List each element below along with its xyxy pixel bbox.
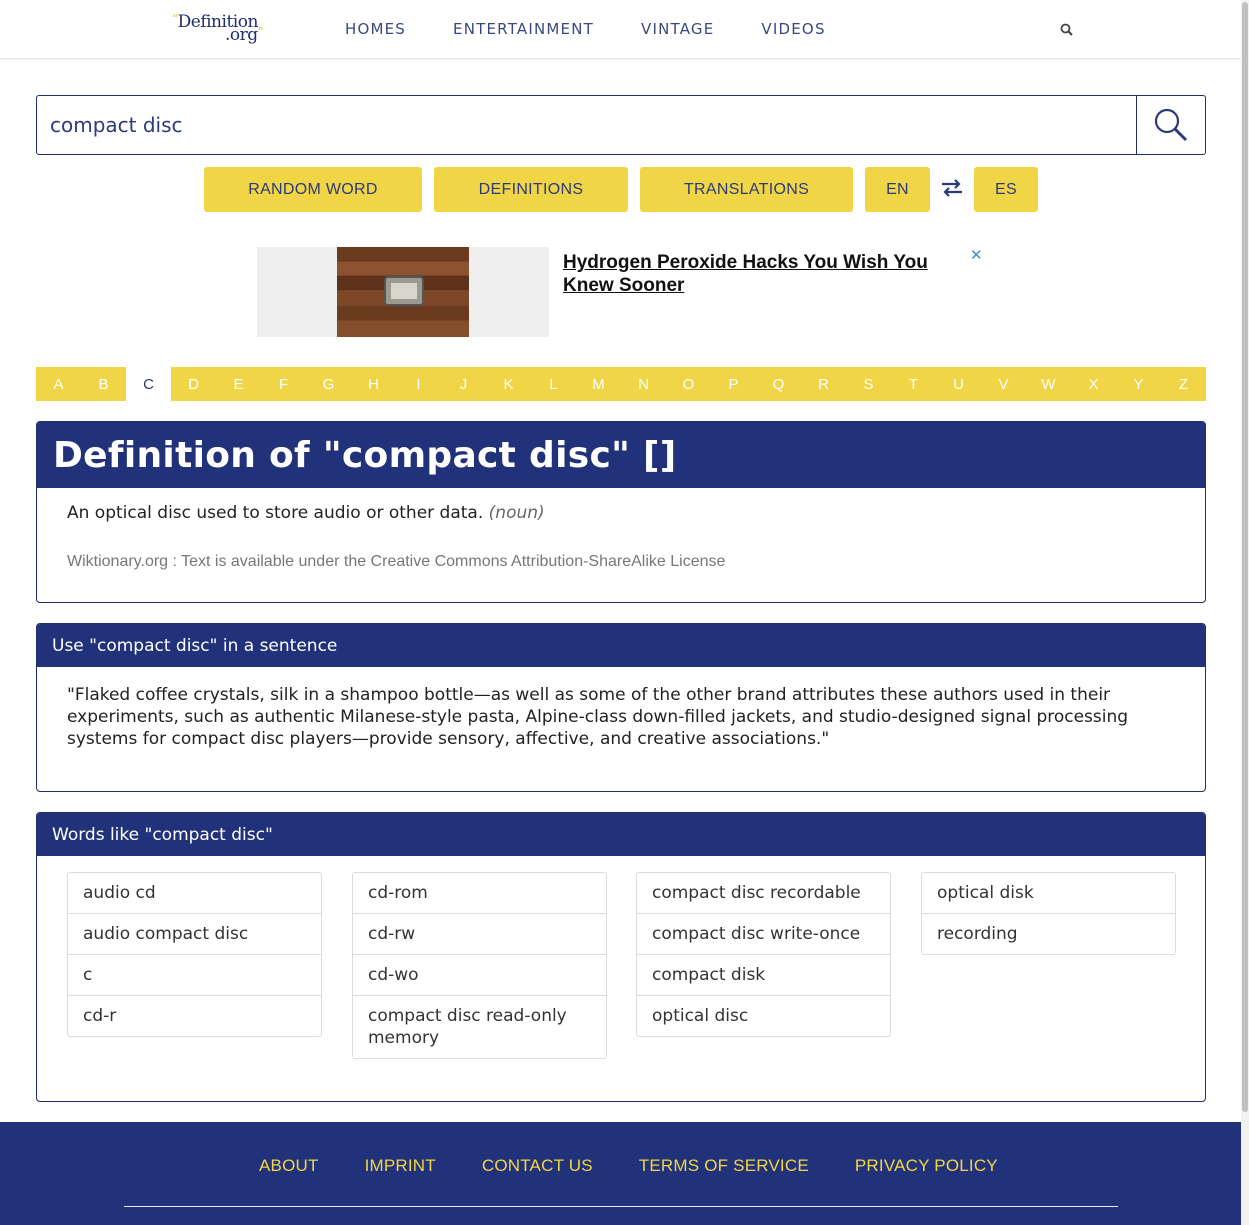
letter-link-y[interactable]: Y (1116, 367, 1161, 401)
letter-link-x[interactable]: X (1071, 367, 1116, 401)
related-word-link[interactable]: recording (922, 913, 1175, 954)
letter-link-r[interactable]: R (801, 367, 846, 401)
related-word-link[interactable]: compact disc read-only memory (353, 995, 606, 1058)
related-word-link[interactable]: optical disc (637, 995, 890, 1036)
letter-link-a[interactable]: A (36, 367, 81, 401)
words-like-title: Words like "compact disc" (37, 813, 1205, 856)
letter-link-s[interactable]: S (846, 367, 891, 401)
page-scrollbar[interactable] (1241, 0, 1249, 1225)
ad-thumbnail (337, 247, 469, 337)
related-word-link[interactable]: compact disc recordable (637, 873, 890, 913)
related-words-column: optical disk recording (921, 872, 1176, 955)
definition-text: An optical disc used to store audio or o… (67, 503, 545, 523)
related-words-column: compact disc recordable compact disc writ… (636, 872, 891, 1037)
definition-title: Definition of "compact disc" [] (37, 422, 1205, 488)
related-word-link[interactable]: audio cd (68, 873, 321, 913)
search-input[interactable] (37, 96, 1137, 154)
related-word-link[interactable]: cd-rom (353, 873, 606, 913)
words-like-card: Words like "compact disc" audio cd audio … (36, 812, 1206, 1102)
letter-link-z[interactable]: Z (1161, 367, 1206, 401)
nav-link-vintage[interactable]: VINTAGE (641, 20, 714, 38)
lang-from-button[interactable]: EN (865, 167, 930, 212)
letter-link-k[interactable]: K (486, 367, 531, 401)
related-word-link[interactable]: audio compact disc (68, 913, 321, 954)
related-word-link[interactable]: optical disk (922, 873, 1175, 913)
related-words-column: cd-rom cd-rw cd-wo compact disc read-only m… (352, 872, 607, 1059)
ad-headline-link[interactable]: Hydrogen Peroxide Hacks You Wish You Kne… (563, 251, 963, 297)
letter-link-m[interactable]: M (576, 367, 621, 401)
letter-link-e[interactable]: E (216, 367, 261, 401)
logo-tld-text: .org (225, 25, 258, 45)
related-word-link[interactable]: cd-rw (353, 913, 606, 954)
main-nav: HOMES ENTERTAINMENT VINTAGE VIDEOS (345, 20, 873, 38)
letter-link-w[interactable]: W (1026, 367, 1071, 401)
nav-link-entertainment[interactable]: ENTERTAINMENT (453, 20, 594, 38)
footer-link-terms-of-service[interactable]: TERMS OF SERVICE (639, 1156, 809, 1176)
translations-button[interactable]: TRANSLATIONS (640, 167, 853, 212)
definition-card: Definition of "compact disc" [] An optic… (36, 421, 1206, 603)
alphabet-nav: ABCDEFGHIJKLMNOPQRSTUVWXYZ (36, 367, 1206, 401)
site-header: “Definition .org” HOMES ENTERTAINMENT VI… (0, 0, 1241, 59)
scrollbar-thumb[interactable] (1242, 2, 1248, 1112)
footer-divider (124, 1206, 1118, 1207)
related-word-link[interactable]: cd-wo (353, 954, 606, 995)
part-of-speech: (noun) (488, 503, 545, 523)
definitions-button[interactable]: DEFINITIONS (434, 167, 628, 212)
nav-link-homes[interactable]: HOMES (345, 20, 406, 38)
sentence-card: Use "compact disc" in a sentence "Flaked… (36, 623, 1206, 792)
definition-sentence: An optical disc used to store audio or o… (67, 503, 484, 523)
lang-to-button[interactable]: ES (974, 167, 1038, 212)
letter-link-n[interactable]: N (621, 367, 666, 401)
definition-source: Wiktionary.org : Text is available under… (67, 553, 726, 570)
sentence-card-title: Use "compact disc" in a sentence (37, 624, 1205, 667)
letter-link-t[interactable]: T (891, 367, 936, 401)
ad-image-block[interactable] (257, 247, 549, 337)
letter-link-d[interactable]: D (171, 367, 216, 401)
letter-link-p[interactable]: P (711, 367, 756, 401)
related-word-link[interactable]: cd-r (68, 995, 321, 1036)
letter-link-g[interactable]: G (306, 367, 351, 401)
random-word-button[interactable]: RANDOM WORD (204, 167, 422, 212)
search-button[interactable] (1136, 96, 1205, 154)
footer-link-imprint[interactable]: IMPRINT (365, 1156, 436, 1176)
letter-link-l[interactable]: L (531, 367, 576, 401)
related-word-link[interactable]: compact disc write-once (637, 913, 890, 954)
letter-link-i[interactable]: I (396, 367, 441, 401)
letter-link-q[interactable]: Q (756, 367, 801, 401)
footer-link-about[interactable]: ABOUT (259, 1156, 319, 1176)
nav-link-videos[interactable]: VIDEOS (761, 20, 825, 38)
letter-link-h[interactable]: H (351, 367, 396, 401)
letter-link-v[interactable]: V (981, 367, 1026, 401)
letter-link-f[interactable]: F (261, 367, 306, 401)
footer-link-contact-us[interactable]: CONTACT US (482, 1156, 593, 1176)
letter-link-j[interactable]: J (441, 367, 486, 401)
letter-link-c[interactable]: C (126, 367, 171, 401)
related-word-link[interactable]: c (68, 954, 321, 995)
related-word-link[interactable]: compact disk (637, 954, 890, 995)
swap-languages-icon[interactable] (941, 178, 963, 198)
ad-close-icon[interactable]: ✕ (970, 246, 983, 264)
header-search-icon[interactable] (1059, 22, 1075, 38)
site-logo[interactable]: “Definition .org” (172, 12, 272, 46)
letter-link-u[interactable]: U (936, 367, 981, 401)
related-words-column: audio cd audio compact disc c cd-r (67, 872, 322, 1037)
footer-nav: ABOUT IMPRINT CONTACT US TERMS OF SERVIC… (259, 1156, 1044, 1176)
letter-link-o[interactable]: O (666, 367, 711, 401)
magnifier-icon (1154, 108, 1188, 142)
letter-link-b[interactable]: B (81, 367, 126, 401)
site-footer: ABOUT IMPRINT CONTACT US TERMS OF SERVIC… (0, 1122, 1241, 1225)
search-bar (36, 95, 1206, 155)
example-sentence: "Flaked coffee crystals, silk in a shamp… (67, 685, 1129, 749)
footer-link-privacy-policy[interactable]: PRIVACY POLICY (855, 1156, 998, 1176)
